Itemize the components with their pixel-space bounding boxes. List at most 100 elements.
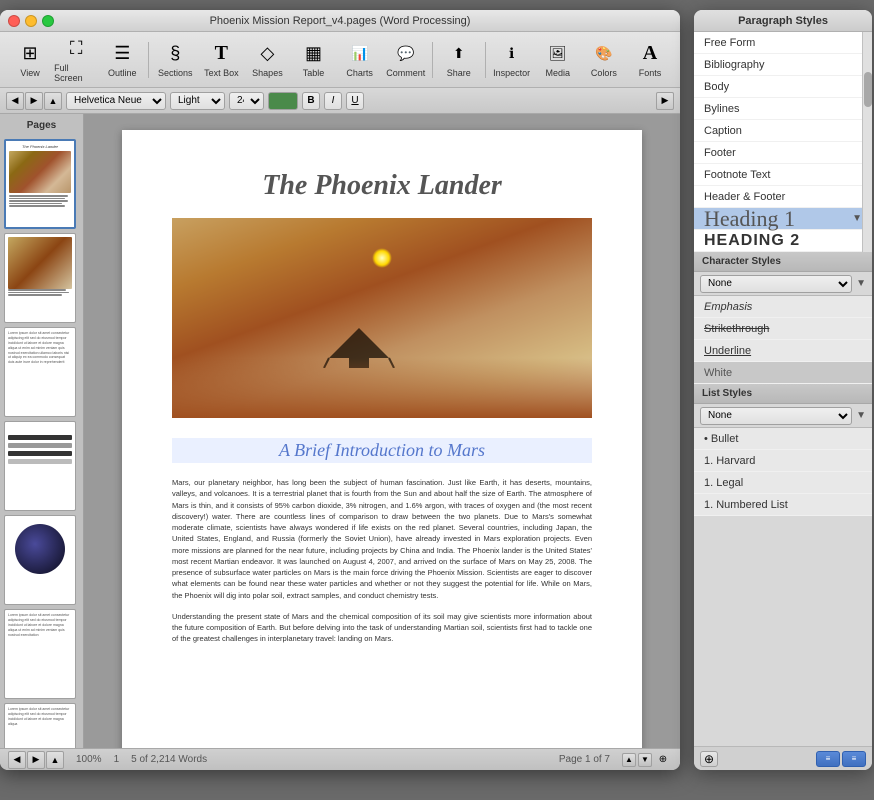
list-dropdown-row: None ▼ [694,404,872,428]
panel-bottom-bar: ⊕ ≡ ≡ [694,746,872,770]
style-bibliography[interactable]: Bibliography [694,54,872,76]
document-page: The Phoenix Lander [122,130,642,748]
style-footer[interactable]: Footer [694,142,872,164]
list-styles-dropdown[interactable]: None [700,407,852,425]
toolbar-separator-3 [485,42,486,78]
status-up-btn[interactable]: ▲ [46,751,64,769]
thumb6-content: Lorem ipsum dolor sit amet consectetur a… [5,610,75,698]
nav-up-btn[interactable]: ▲ [44,92,62,110]
status-next-btn[interactable]: ▶ [27,751,45,769]
font-size-select[interactable]: 24 [229,92,264,110]
list-style-bullet[interactable]: • Bullet [694,428,872,450]
toolbar-share-label: Share [447,68,471,78]
content-area: Pages The Phoenix Lander 1 [0,114,680,748]
page-thumb-6[interactable]: Lorem ipsum dolor sit amet consectetur a… [4,609,76,699]
style-heading1[interactable]: Heading 1 ▼ [694,208,872,230]
char-style-underline[interactable]: Underline [694,340,872,362]
bold-button[interactable]: B [302,92,320,110]
heading1-arrow: ▼ [852,213,862,224]
char-style-strikethrough[interactable]: Strikethrough [694,318,872,340]
status-word-count: 5 of 2,214 Words [131,754,207,765]
thumb7-text: Lorem ipsum dolor sit amet consectetur a… [8,707,72,727]
page-thumb-3[interactable]: Lorem ipsum dolor sit amet consectetur a… [4,327,76,417]
status-page-of-total: Page 1 of 7 [559,754,610,765]
panel-toggle-2[interactable]: ≡ [842,751,866,767]
status-options[interactable]: ⊕ [654,753,672,767]
thumb3-content: Lorem ipsum dolor sit amet consectetur a… [5,328,75,416]
nav-prev-btn[interactable]: ◀ [6,92,24,110]
minimize-button[interactable] [25,15,37,27]
list-dropdown-arrow[interactable]: ▼ [856,410,866,421]
panel-add-button[interactable]: ⊕ [700,751,718,767]
toolbar-shapes-label: Shapes [252,68,283,78]
page-thumb-2[interactable]: 2 [4,233,76,323]
status-nav-down[interactable]: ▼ [638,753,652,767]
status-nav-up[interactable]: ▲ [622,753,636,767]
share-icon: ⬆ [447,42,471,66]
status-prev-btn[interactable]: ◀ [8,751,26,769]
toolbar-inspector[interactable]: ℹ Inspector [490,37,534,83]
list-style-numbered[interactable]: 1. Numbered List [694,494,872,516]
toolbar-table[interactable]: ▦ Table [292,37,336,83]
pages-sidebar-label: Pages [4,120,79,131]
shapes-icon: ◇ [255,42,279,66]
character-dropdown-arrow[interactable]: ▼ [856,278,866,289]
toolbar-outline[interactable]: ☰ Outline [100,37,144,83]
font-family-select[interactable]: Helvetica Neue [66,92,166,110]
char-style-white[interactable]: White [694,362,872,384]
colors-icon: 🎨 [592,42,616,66]
toolbar-sections[interactable]: § Sections [153,37,197,83]
page-thumb-4[interactable]: 4 [4,421,76,511]
toolbar-textbox[interactable]: T Text Box [199,37,243,83]
toolbar-colors-label: Colors [591,68,617,78]
status-right-nav: ▲ ▼ ⊕ [622,753,672,767]
toolbar-inspector-label: Inspector [493,68,530,78]
thumb2-text [8,289,72,296]
status-page-indicator: 1 [114,754,120,765]
toolbar-share[interactable]: ⬆ Share [437,37,481,83]
toolbar-view[interactable]: ⊞ View [8,37,52,83]
paragraph-styles-scrollbar[interactable] [862,32,872,252]
character-styles-dropdown[interactable]: None [700,275,852,293]
style-body[interactable]: Body [694,76,872,98]
font-style-select[interactable]: Light [170,92,225,110]
toolbar-colors[interactable]: 🎨 Colors [582,37,626,83]
text-color-button[interactable] [268,92,298,110]
maximize-button[interactable] [42,15,54,27]
italic-button[interactable]: I [324,92,342,110]
thumb1-text [9,195,71,207]
toolbar-fullscreen[interactable]: ⛶ Full Screen [54,37,98,83]
style-heading2[interactable]: HEADING 2 [694,230,872,252]
toolbar-comment[interactable]: 💬 Comment [384,37,428,83]
panel-title-bar: Paragraph Styles [694,10,872,32]
toolbar-fonts[interactable]: A Fonts [628,37,672,83]
fullscreen-icon: ⛶ [64,37,88,61]
toolbar-charts[interactable]: 📊 Charts [338,37,382,83]
close-button[interactable] [8,15,20,27]
panel-toggle-1[interactable]: ≡ [816,751,840,767]
page-thumb-1[interactable]: The Phoenix Lander 1 [4,139,76,229]
style-footnote-text[interactable]: Footnote Text [694,164,872,186]
outline-icon: ☰ [110,42,134,66]
thumb2-image [8,237,72,289]
inspector-icon: ℹ [500,42,524,66]
list-style-legal[interactable]: 1. Legal [694,472,872,494]
status-bar: ◀ ▶ ▲ 100% 1 5 of 2,214 Words Page 1 of … [0,748,680,770]
char-style-emphasis[interactable]: Emphasis [694,296,872,318]
thumb6-text: Lorem ipsum dolor sit amet consectetur a… [8,613,72,637]
toolbar-comment-label: Comment [386,68,425,78]
toolbar-media-label: Media [546,68,571,78]
page-thumb-7[interactable]: Lorem ipsum dolor sit amet consectetur a… [4,703,76,748]
format-nav-end[interactable]: ▶ [656,92,674,110]
panel-toggle-2-icon: ≡ [852,754,857,763]
style-bylines[interactable]: Bylines [694,98,872,120]
toolbar-shapes[interactable]: ◇ Shapes [245,37,289,83]
underline-button[interactable]: U [346,92,364,110]
page-thumb-5[interactable]: 5 [4,515,76,605]
style-free-form[interactable]: Free Form [694,32,872,54]
list-style-harvard[interactable]: 1. Harvard [694,450,872,472]
toolbar-media[interactable]: 🖼 Media [536,37,580,83]
nav-next-btn[interactable]: ▶ [25,92,43,110]
document-area[interactable]: The Phoenix Lander [84,114,680,748]
style-caption[interactable]: Caption [694,120,872,142]
